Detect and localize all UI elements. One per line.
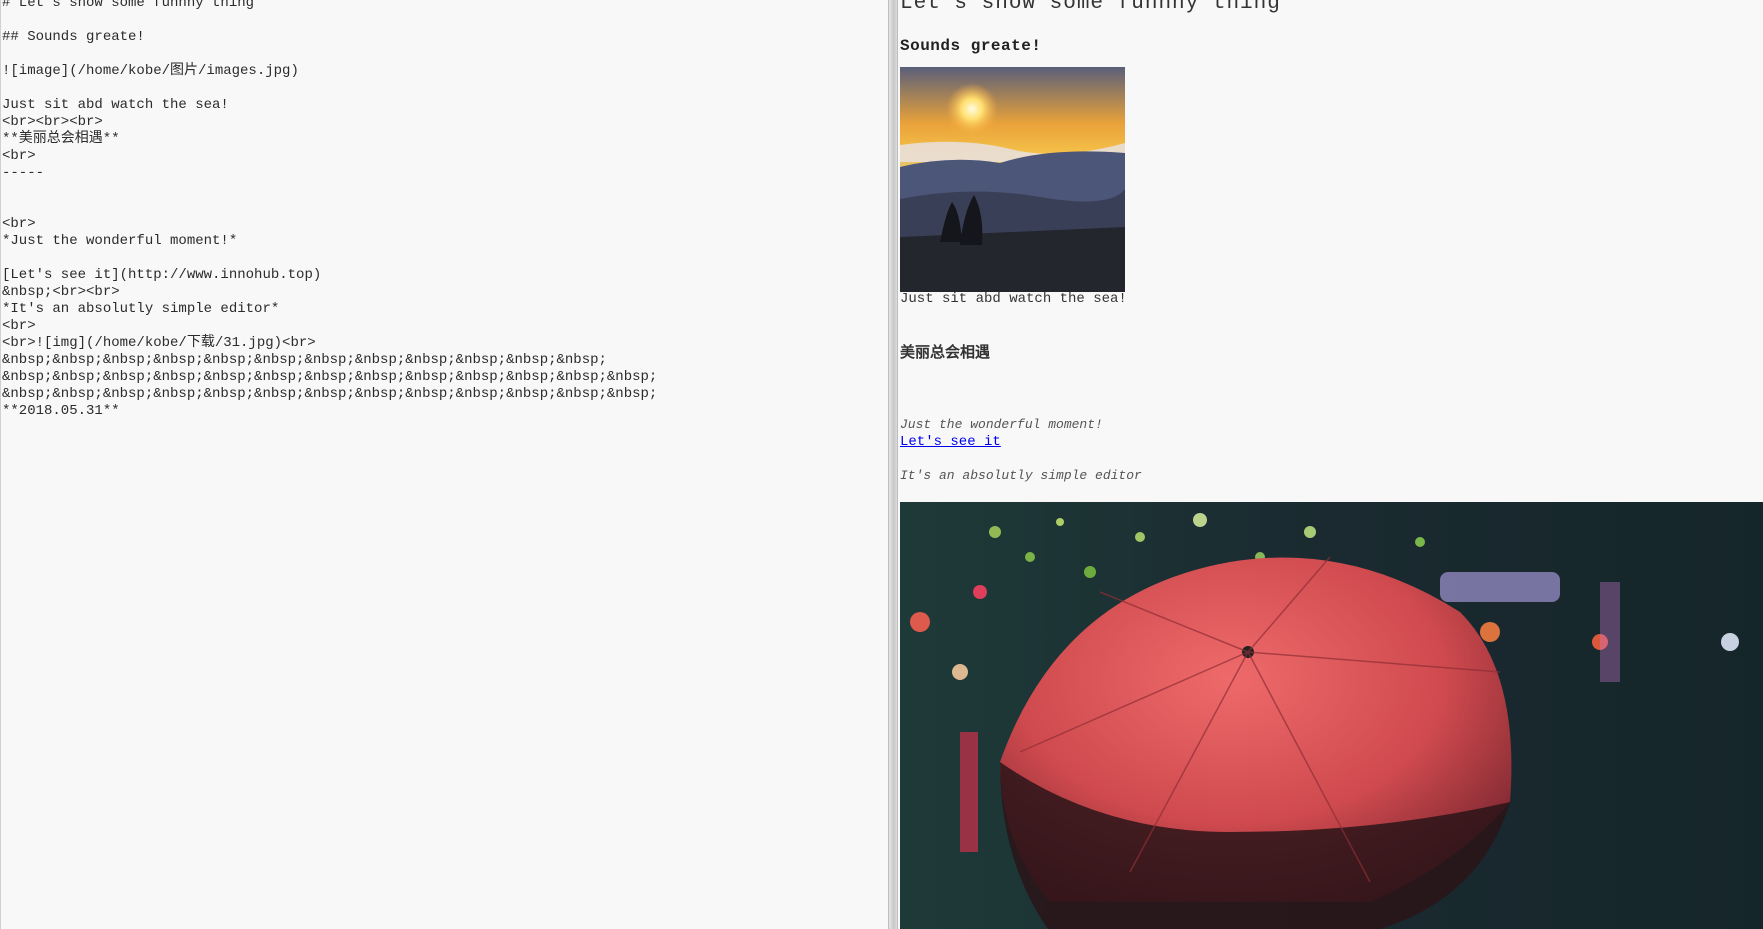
sunset-image [900, 67, 1125, 292]
editor-line: <br>![img](/home/kobe/下载/31.jpg)<br> [2, 335, 316, 351]
preview-heading-1: Let's show some funnny thing [900, 0, 1281, 15]
editor-line: *It's an absolutly simple editor* [2, 301, 280, 317]
editor-line: <br> [2, 216, 36, 232]
preview-heading-2: Sounds greate! [900, 37, 1042, 55]
umbrella-image [900, 502, 1763, 929]
editor-line: # Let s show some funnny thing [2, 0, 255, 11]
editor-line: ----- [2, 165, 45, 181]
editor-line: ## Sounds greate! [2, 29, 145, 45]
editor-line: [Let's see it](http://www.innohub.top) [2, 267, 322, 283]
editor-line: <br><br><br> [2, 114, 103, 130]
editor-line: <br> [2, 318, 36, 334]
bold-text: 美丽总会相遇 [900, 343, 991, 361]
editor-line: **2018.05.31** [2, 403, 120, 419]
editor-line: &nbsp;&nbsp;&nbsp;&nbsp;&nbsp;&nbsp;&nbs… [2, 386, 658, 402]
editor-line: *Just the wonderful moment!* [2, 233, 238, 249]
pane-splitter[interactable] [888, 0, 898, 929]
editor-line: Just sit abd watch the sea! [2, 97, 229, 113]
italic-editor-note: It's an absolutly simple editor [900, 468, 1142, 483]
editor-line: **美丽总会相遇** [2, 131, 120, 147]
lets-see-it-link[interactable]: Let's see it [900, 434, 1001, 450]
editor-line: ![image](/home/kobe/图片/images.jpg) [2, 63, 299, 79]
editor-line: &nbsp;&nbsp;&nbsp;&nbsp;&nbsp;&nbsp;&nbs… [2, 352, 607, 368]
editor-line: &nbsp;<br><br> [2, 284, 120, 300]
sea-caption: Just sit abd watch the sea! [900, 291, 1127, 307]
markdown-editor[interactable]: # Let s show some funnny thing ## Sounds … [0, 0, 888, 929]
editor-line: <br> [2, 148, 36, 164]
editor-line: &nbsp;&nbsp;&nbsp;&nbsp;&nbsp;&nbsp;&nbs… [2, 369, 658, 385]
italic-moment: Just the wonderful moment! [900, 417, 1103, 432]
markdown-preview: Let's show some funnny thing Sounds grea… [898, 0, 1763, 929]
